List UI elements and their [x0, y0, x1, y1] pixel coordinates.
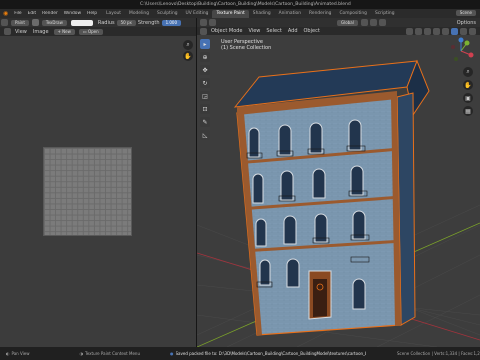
scene-svg: [197, 59, 480, 347]
viewport-menu-view[interactable]: View: [246, 28, 264, 34]
strength-label: Strength: [137, 19, 160, 26]
transform-tool-icon[interactable]: ⊡: [200, 104, 210, 114]
viewport-collection-label: (1) Scene Collection: [221, 45, 272, 51]
pivot-icon[interactable]: [360, 19, 368, 26]
radius-field[interactable]: 50 px: [116, 19, 136, 26]
3d-viewport[interactable]: User Perspective (1) Scene Collection ▸ …: [197, 35, 480, 347]
viewport-header: Global Options: [197, 18, 480, 27]
viewport-menu-object[interactable]: Object: [301, 28, 323, 34]
axis-gizmo-icon: [451, 37, 474, 61]
transform-orientation[interactable]: Global: [337, 19, 358, 26]
new-image-button[interactable]: + New: [53, 28, 75, 35]
building-model: [233, 59, 430, 336]
status-pan-view: Pan View: [11, 351, 30, 356]
scene-field[interactable]: Scene: [455, 10, 476, 16]
radius-label: Radius: [97, 19, 115, 26]
pan-view-icon[interactable]: ✋: [463, 80, 473, 90]
tab-shading[interactable]: Shading: [249, 10, 275, 18]
uv-grid: [43, 147, 132, 236]
status-bar: ◐ Pan View ◑ Texture Paint Context Menu …: [0, 347, 480, 360]
menu-help[interactable]: Help: [84, 11, 100, 16]
image-editor-canvas[interactable]: ⌕ ✋: [0, 36, 196, 347]
scene-selector[interactable]: Scene: [454, 10, 478, 16]
viewport-menu-select[interactable]: Select: [263, 28, 284, 34]
image-editor-subheader: View Image + New ▭ Open: [0, 27, 196, 36]
top-bar: ◉ File Edit Render Window Help Layout Mo…: [0, 9, 480, 18]
menu-render[interactable]: Render: [39, 11, 61, 16]
mode-dropdown[interactable]: Paint: [11, 19, 29, 26]
snap-icon[interactable]: [369, 19, 377, 26]
tab-rendering[interactable]: Rendering: [305, 10, 335, 18]
title-bar: C:\Users\Lenovo\Desktop\Building\Cartoon…: [0, 0, 480, 9]
brush-select-icon[interactable]: [209, 19, 216, 26]
tab-modeling[interactable]: Modeling: [125, 10, 153, 18]
image-editor-icon[interactable]: [4, 28, 11, 35]
mouse-pan-icon: ◐: [6, 351, 10, 356]
menu-view[interactable]: View: [12, 29, 30, 35]
status-context-menu: Texture Paint Context Menu: [84, 351, 140, 356]
blender-logo-icon[interactable]: ◉: [0, 10, 11, 17]
rendered-shading-icon[interactable]: [469, 27, 476, 35]
visibility-icon[interactable]: [406, 27, 413, 35]
color-swatch[interactable]: [70, 19, 93, 26]
tab-compositing[interactable]: Compositing: [335, 10, 371, 18]
tab-uv-editing[interactable]: UV Editing: [182, 10, 213, 18]
window-title: C:\Users\Lenovo\Desktop\Building\Cartoon…: [140, 2, 351, 7]
brush-icon[interactable]: [31, 19, 39, 26]
zoom-icon[interactable]: ⌕: [183, 40, 193, 50]
workspace-tabs: Layout Modeling Sculpting UV Editing Tex…: [102, 9, 399, 18]
tool-shelf: ▸ ⊕ ✥ ↻ ◲ ⊡ ✎ ◺: [200, 39, 212, 140]
rotate-tool-icon[interactable]: ↻: [200, 78, 210, 88]
image-editor-header: Paint TexDraw Radius 50 px Strength 1.00…: [0, 18, 196, 27]
cursor-tool-icon[interactable]: ⊕: [200, 52, 210, 62]
viewport-nav-buttons: ⌕ ✋ ▣ ▦: [463, 67, 475, 116]
tab-scripting[interactable]: Scripting: [371, 10, 399, 18]
open-image-button[interactable]: ▭ Open: [78, 28, 103, 35]
overlay-icon[interactable]: [424, 27, 431, 35]
editor-type-icon[interactable]: [1, 19, 8, 26]
brush-dropdown[interactable]: TexDraw: [41, 19, 67, 26]
menu-file[interactable]: File: [11, 11, 24, 16]
viewport-menu-add[interactable]: Add: [285, 28, 301, 34]
object-mode-icon[interactable]: [200, 27, 207, 35]
strength-field[interactable]: 1.000: [161, 19, 182, 26]
menu-edit[interactable]: Edit: [25, 11, 40, 16]
select-box-tool-icon[interactable]: ▸: [200, 39, 210, 49]
new-label: New: [62, 28, 71, 34]
shading-buttons: [405, 27, 480, 35]
scale-tool-icon[interactable]: ◲: [200, 91, 210, 101]
camera-view-icon[interactable]: ▣: [463, 93, 473, 103]
wireframe-shading-icon[interactable]: [442, 27, 449, 35]
viewport-subheader: Object Mode View Select Add Object: [197, 27, 480, 35]
main-menu: File Edit Render Window Help: [11, 11, 100, 16]
viewport-editor-icon[interactable]: [200, 19, 207, 26]
info-icon: ●: [170, 351, 174, 356]
pan-icon[interactable]: ✋: [183, 51, 193, 61]
tab-sculpting[interactable]: Sculpting: [153, 10, 182, 18]
ortho-toggle-icon[interactable]: ▦: [463, 106, 473, 116]
front-door: [308, 270, 332, 320]
open-label: Open: [87, 28, 99, 34]
solid-shading-icon[interactable]: [451, 27, 458, 35]
xray-icon[interactable]: [433, 27, 440, 35]
navigation-gizmo[interactable]: [447, 37, 475, 65]
gizmo-icon[interactable]: [415, 27, 422, 35]
menu-window[interactable]: Window: [61, 11, 84, 16]
zoom-view-icon[interactable]: ⌕: [463, 67, 473, 77]
status-stats: Scene Collection | Verts:1,334 | Faces:1…: [397, 351, 480, 356]
mouse-context-icon: ◑: [79, 351, 83, 356]
move-tool-icon[interactable]: ✥: [200, 65, 210, 75]
mode-dropdown-3d[interactable]: Object Mode: [208, 28, 246, 34]
options-menu[interactable]: Options: [457, 20, 480, 26]
status-message: Saved packed file to: D:\3D\Models\Carto…: [175, 351, 366, 356]
tab-texture-paint[interactable]: Texture Paint: [212, 9, 249, 18]
measure-tool-icon[interactable]: ◺: [200, 130, 210, 140]
tab-layout[interactable]: Layout: [102, 10, 125, 18]
menu-image[interactable]: Image: [30, 29, 52, 35]
proportional-icon[interactable]: [378, 19, 386, 26]
material-shading-icon[interactable]: [460, 27, 467, 35]
tab-animation[interactable]: Animation: [275, 10, 305, 18]
annotate-tool-icon[interactable]: ✎: [200, 117, 210, 127]
